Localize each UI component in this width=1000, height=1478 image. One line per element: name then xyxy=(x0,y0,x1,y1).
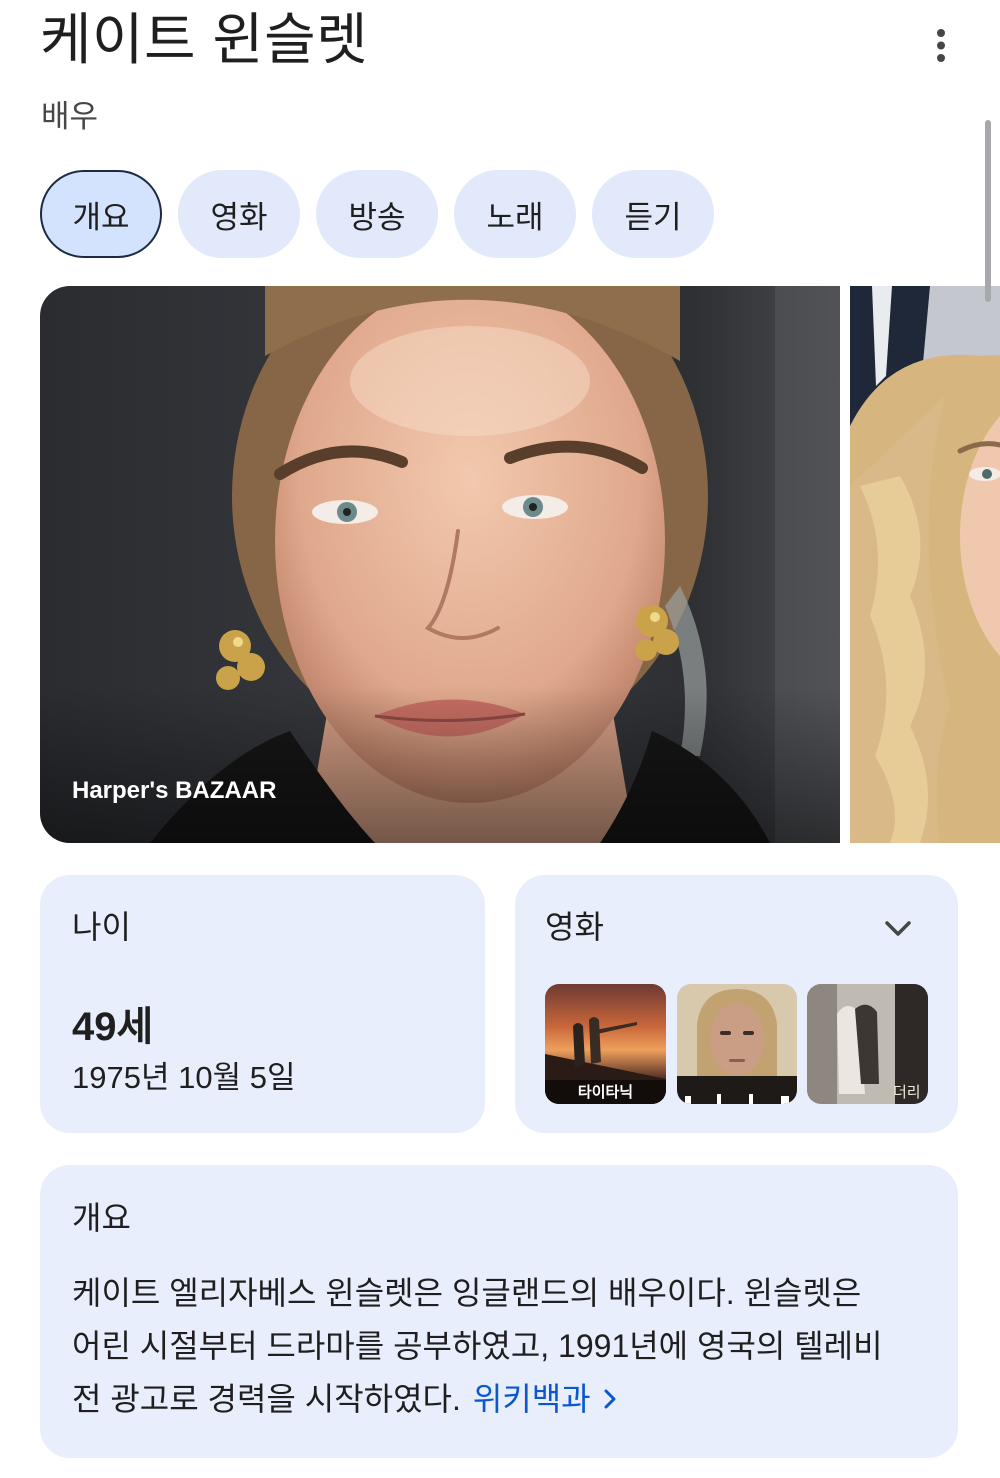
tab-label: 영화 xyxy=(210,199,268,235)
carousel-image-2[interactable] xyxy=(850,286,1000,843)
movies-label: 영화 xyxy=(545,909,604,945)
poster-title: 타이타닉 xyxy=(578,1084,633,1101)
age-value: 49세 xyxy=(72,1005,154,1049)
more-options-button[interactable] xyxy=(926,26,956,66)
overview-card: 개요 케이트 엘리자베스 윈슬렛은 잉글랜드의 배우이다. 윈슬렛은 어린 시절… xyxy=(40,1165,958,1458)
poster-image: 타이타닉 xyxy=(545,984,666,1104)
tab-bar: 개요 영화 방송 노래 듣기 xyxy=(40,170,714,258)
description-line: 전 광고로 경력을 시작하였다. xyxy=(72,1381,461,1417)
portrait-photo xyxy=(40,286,840,843)
age-card[interactable]: 나이 49세 1975년 10월 5일 xyxy=(40,875,485,1133)
age-label: 나이 xyxy=(72,909,131,945)
tab-label: 방송 xyxy=(348,199,406,235)
movie-poster-2[interactable] xyxy=(677,984,797,1104)
overview-description: 케이트 엘리자베스 윈슬렛은 잉글랜드의 배우이다. 윈슬렛은 어린 시절부터 … xyxy=(72,1267,938,1426)
movie-poster-titanic[interactable]: 타이타닉 xyxy=(545,984,666,1104)
poster-title: 더리 xyxy=(893,1084,921,1101)
carousel-image-1[interactable]: Harper's BAZAAR xyxy=(40,286,840,843)
image-carousel[interactable]: Harper's BAZAAR xyxy=(40,286,1000,843)
source-link-label: 위키백과 xyxy=(472,1381,591,1417)
movie-poster-the-reader[interactable]: 더리 xyxy=(807,984,928,1104)
more-vert-icon xyxy=(937,29,945,62)
poster-image: 더리 xyxy=(807,984,928,1104)
movies-card[interactable]: 영화 타이타닉 더리 xyxy=(515,875,958,1133)
portrait-photo xyxy=(850,286,1000,843)
chevron-right-icon xyxy=(604,1389,616,1409)
tab-overview[interactable]: 개요 xyxy=(40,170,162,258)
overview-heading: 개요 xyxy=(72,1200,131,1236)
tab-label: 개요 xyxy=(72,199,130,235)
poster-image xyxy=(677,984,797,1104)
tab-tv-shows[interactable]: 방송 xyxy=(316,170,438,258)
entity-title: 케이트 윈슬렛 xyxy=(40,8,369,71)
description-line: 어린 시절부터 드라마를 공부하였고, 1991년에 영국의 텔레비 xyxy=(72,1328,883,1364)
tab-label: 노래 xyxy=(486,199,544,235)
movies-expand-button[interactable] xyxy=(881,915,915,943)
scrollbar-thumb[interactable] xyxy=(985,120,991,302)
tab-label: 듣기 xyxy=(624,199,682,235)
tab-movies[interactable]: 영화 xyxy=(178,170,300,258)
tab-songs[interactable]: 노래 xyxy=(454,170,576,258)
description-line-last: 전 광고로 경력을 시작하였다. 위키백과 xyxy=(72,1373,938,1426)
description-line: 케이트 엘리자베스 윈슬렛은 잉글랜드의 배우이다. 윈슬렛은 xyxy=(72,1275,862,1311)
entity-subtitle: 배우 xyxy=(41,99,99,134)
chevron-down-icon xyxy=(885,921,911,936)
wikipedia-source-link[interactable]: 위키백과 xyxy=(473,1381,617,1417)
image-source-caption: Harper's BAZAAR xyxy=(72,777,277,804)
tab-listen[interactable]: 듣기 xyxy=(592,170,714,258)
birth-date: 1975년 10월 5일 xyxy=(72,1060,296,1095)
knowledge-panel: 케이트 윈슬렛 배우 개요 영화 방송 노래 듣기 Harper's BAZAA… xyxy=(0,0,1000,1478)
